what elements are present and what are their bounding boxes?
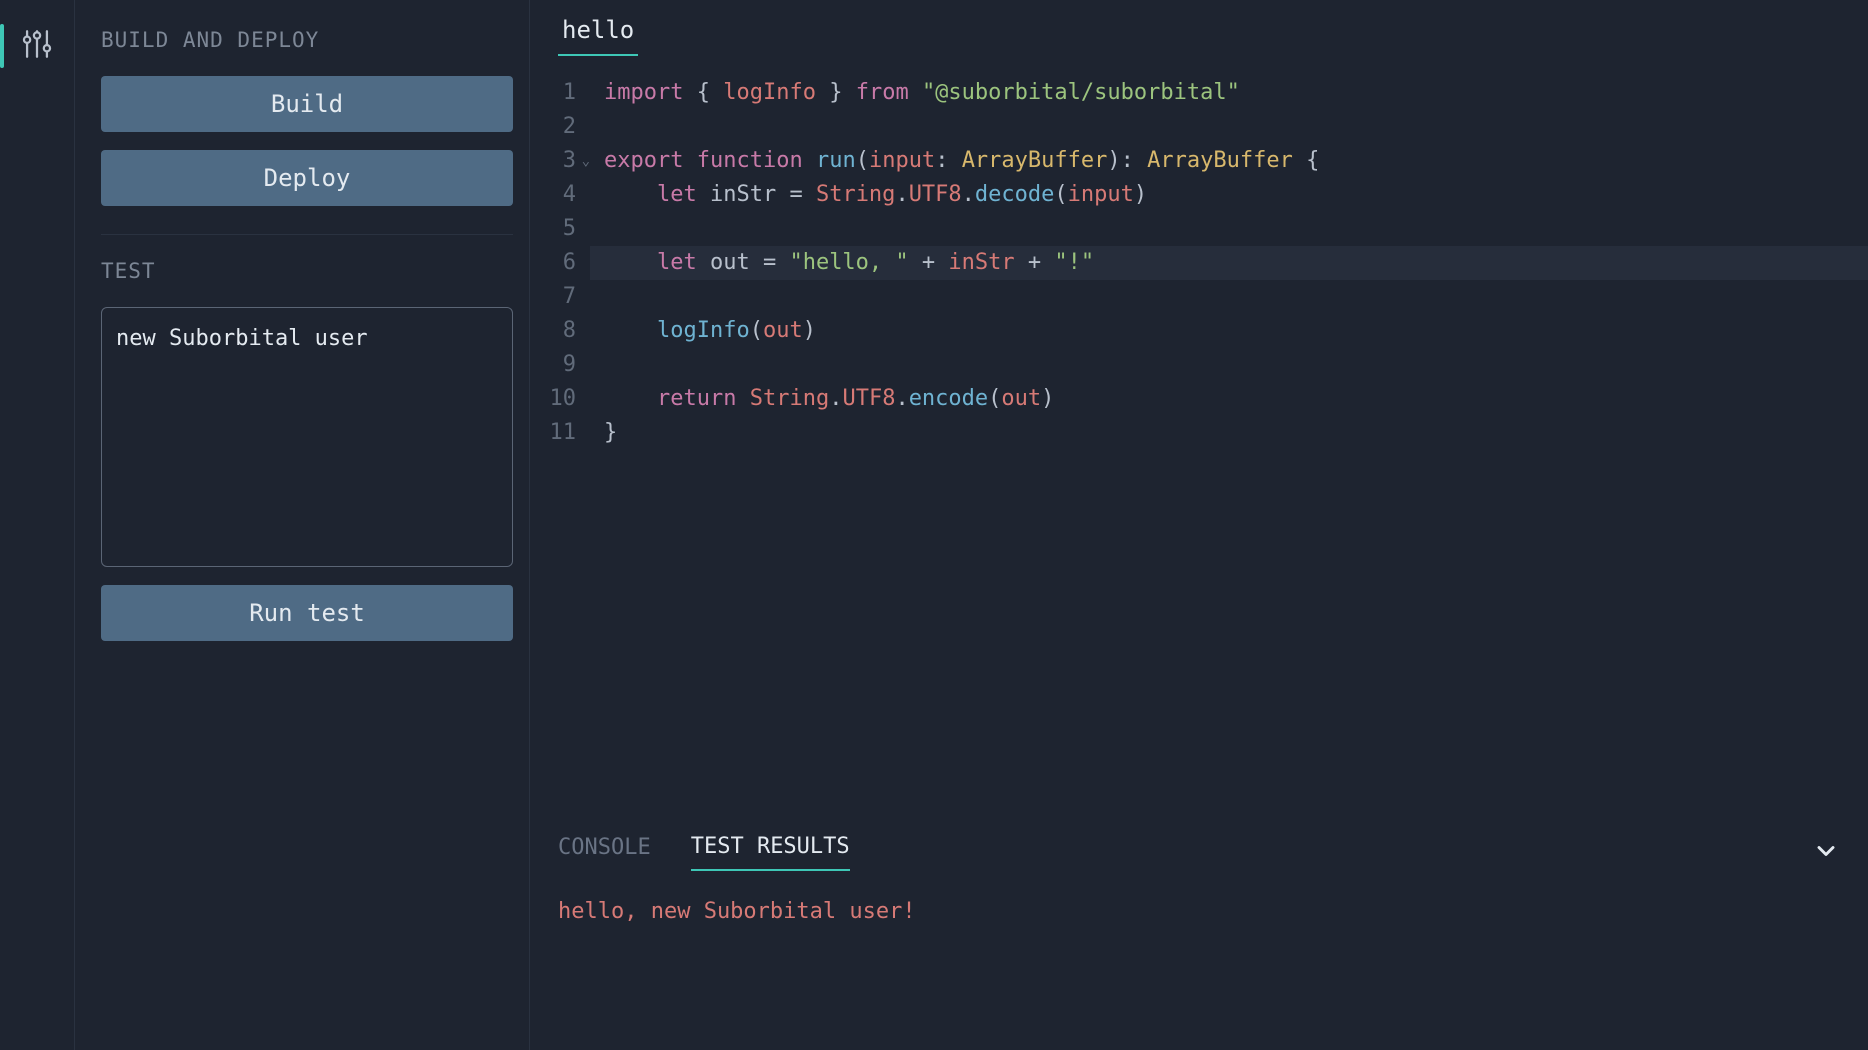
code-line[interactable]: let out = "hello, " + inStr + "!" — [590, 246, 1868, 280]
collapse-panel-button[interactable] — [1812, 837, 1840, 869]
tab-test-results[interactable]: TEST RESULTS — [691, 834, 850, 871]
editor-panel: hello 1234567891011 import { logInfo } f… — [530, 0, 1868, 1050]
code-line[interactable] — [590, 212, 1868, 246]
line-number: 11 — [530, 416, 576, 450]
line-number: 5 — [530, 212, 576, 246]
code-line[interactable]: import { logInfo } from "@suborbital/sub… — [590, 76, 1868, 110]
chevron-down-icon — [1812, 850, 1840, 869]
run-test-button[interactable]: Run test — [101, 585, 513, 641]
line-number: 9 — [530, 348, 576, 382]
code-line[interactable]: let inStr = String.UTF8.decode(input) — [590, 178, 1868, 212]
settings-rail-item[interactable] — [0, 18, 75, 74]
line-number: 8 — [530, 314, 576, 348]
code-area[interactable]: 1234567891011 import { logInfo } from "@… — [530, 56, 1868, 820]
line-number: 10 — [530, 382, 576, 416]
test-result-output: hello, new Suborbital user! — [530, 871, 1868, 952]
build-deploy-title: BUILD AND DEPLOY — [101, 28, 513, 52]
line-number: 3 — [530, 144, 576, 178]
code-content[interactable]: import { logInfo } from "@suborbital/sub… — [590, 76, 1868, 820]
tab-console[interactable]: CONSOLE — [558, 835, 651, 870]
line-number: 1 — [530, 76, 576, 110]
bottom-panel: CONSOLE TEST RESULTS hello, new Suborbit… — [530, 820, 1868, 1050]
editor-tabs: hello — [530, 0, 1868, 56]
sliders-icon — [20, 27, 54, 65]
line-number: 2 — [530, 110, 576, 144]
code-line[interactable]: return String.UTF8.encode(out) — [590, 382, 1868, 416]
line-number: 4 — [530, 178, 576, 212]
test-title: TEST — [101, 259, 513, 283]
line-number: 6 — [530, 246, 576, 280]
code-line[interactable] — [590, 280, 1868, 314]
deploy-button[interactable]: Deploy — [101, 150, 513, 206]
code-line[interactable]: } — [590, 416, 1868, 450]
line-number: 7 — [530, 280, 576, 314]
code-line[interactable] — [590, 348, 1868, 382]
test-input[interactable] — [101, 307, 513, 567]
code-line[interactable]: logInfo(out) — [590, 314, 1868, 348]
editor-tab-hello[interactable]: hello — [558, 10, 638, 56]
side-panel: BUILD AND DEPLOY Build Deploy TEST Run t… — [75, 0, 530, 1050]
divider — [101, 234, 513, 235]
code-line[interactable] — [590, 110, 1868, 144]
icon-rail — [0, 0, 75, 1050]
code-line[interactable]: export function run(input: ArrayBuffer):… — [590, 144, 1868, 178]
line-gutter: 1234567891011 — [530, 76, 590, 820]
build-button[interactable]: Build — [101, 76, 513, 132]
